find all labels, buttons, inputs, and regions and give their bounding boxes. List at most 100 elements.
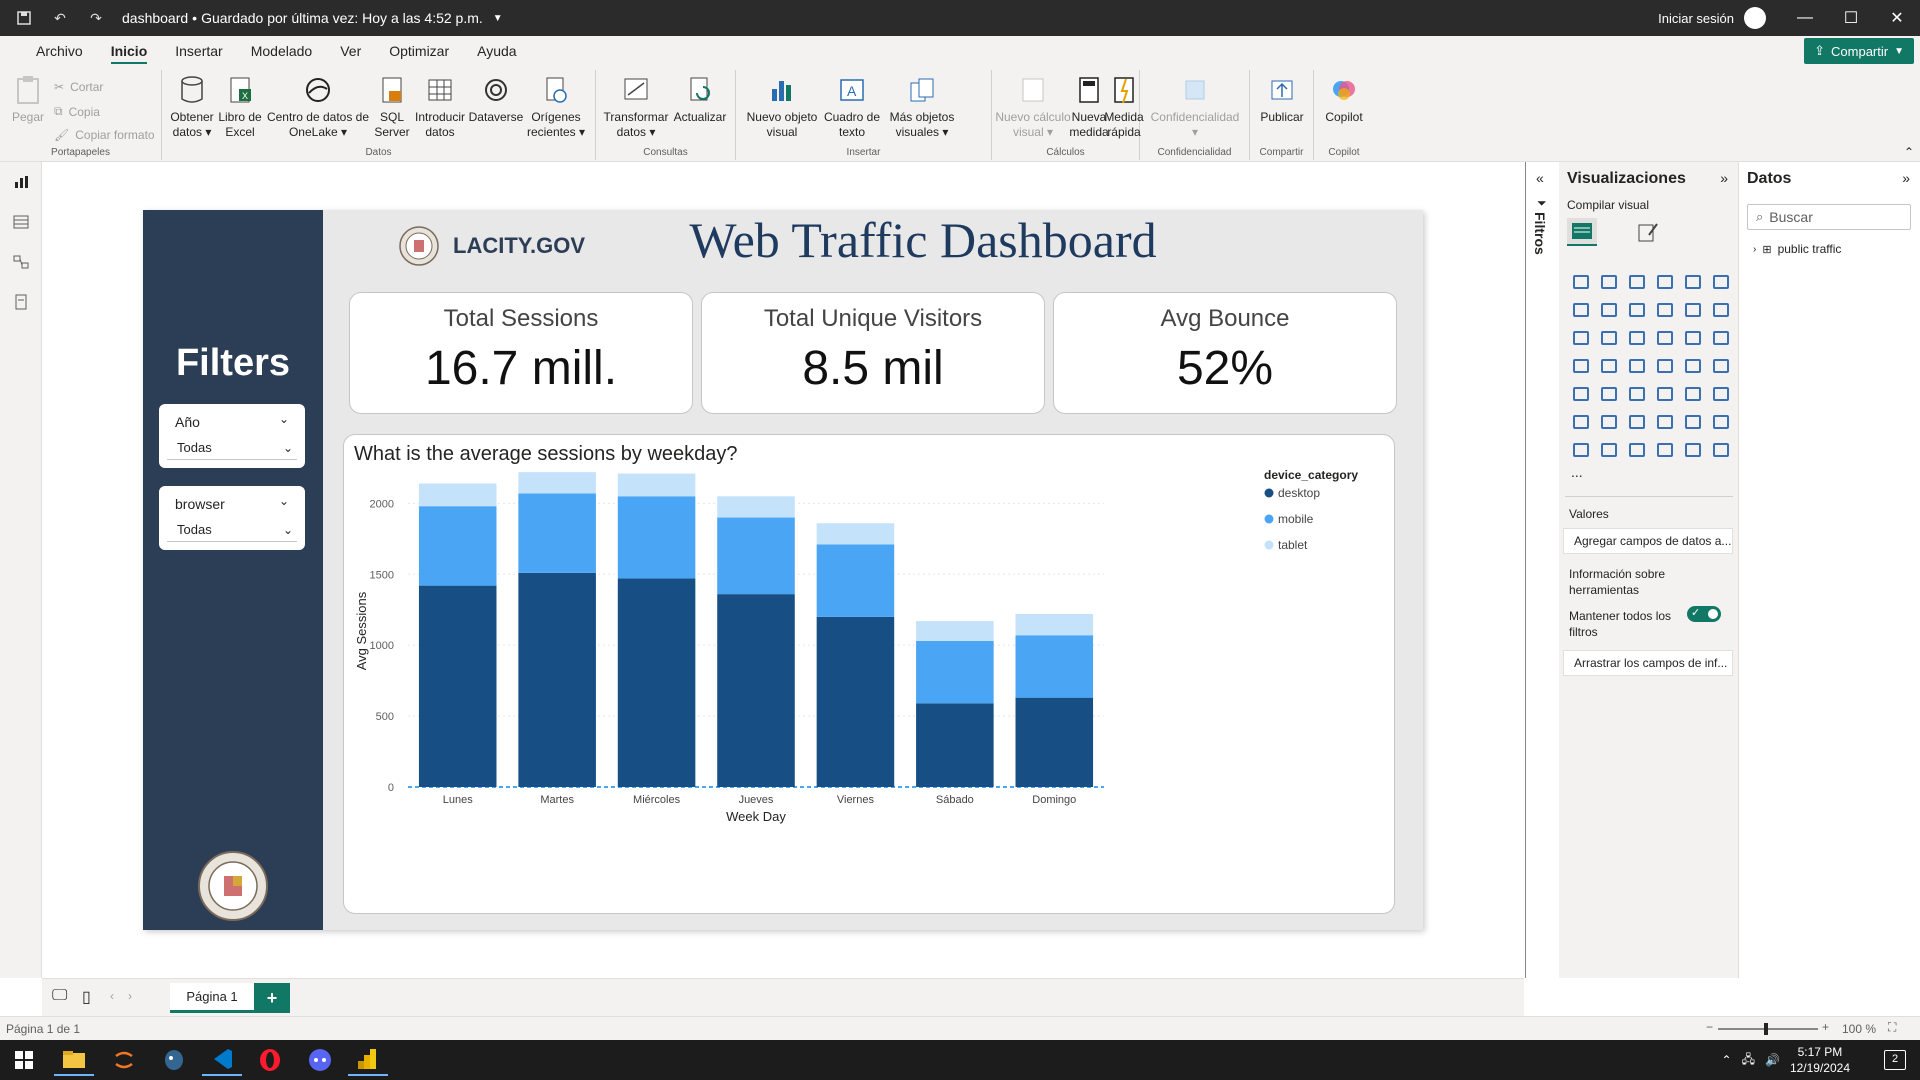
copy-button[interactable]: ⧉ Copia bbox=[54, 104, 100, 119]
new-calc-button[interactable]: Nuevo cálculo visual ▾ bbox=[994, 74, 1072, 140]
excel-button[interactable]: X Libro de Excel bbox=[218, 74, 262, 140]
report-view-icon[interactable] bbox=[0, 162, 42, 202]
dataverse-button[interactable]: Dataverse bbox=[468, 74, 524, 125]
decomp-tree-visual-icon[interactable] bbox=[1623, 408, 1651, 436]
bar-segment-tablet[interactable] bbox=[418, 483, 497, 507]
donut-visual-icon[interactable] bbox=[1679, 324, 1707, 352]
clustered-column-visual-icon[interactable] bbox=[1651, 268, 1679, 296]
bar-segment-mobile[interactable] bbox=[617, 496, 696, 579]
publish-button[interactable]: Publicar bbox=[1256, 74, 1308, 125]
copilot-button[interactable]: Copilot bbox=[1320, 74, 1368, 125]
notification-icon[interactable]: 2 bbox=[1884, 1050, 1906, 1070]
redo-icon[interactable]: ↷ bbox=[86, 8, 106, 28]
expand-icon[interactable]: « bbox=[1536, 170, 1544, 186]
collapse-icon[interactable]: » bbox=[1720, 170, 1728, 186]
zoom-in-icon[interactable]: + bbox=[1822, 1020, 1829, 1034]
bar-segment-mobile[interactable] bbox=[816, 544, 895, 617]
ribbon-visual-icon[interactable] bbox=[1707, 296, 1735, 324]
kpi-card[interactable]: Total Unique Visitors 8.5 mil bbox=[701, 292, 1045, 414]
bar-segment-mobile[interactable] bbox=[418, 506, 497, 586]
kpi-card[interactable]: Total Sessions 16.7 mill. bbox=[349, 292, 693, 414]
tab-modelado[interactable]: Modelado bbox=[237, 36, 327, 66]
pie-visual-icon[interactable] bbox=[1651, 324, 1679, 352]
matrix-visual-icon[interactable] bbox=[1679, 380, 1707, 408]
bar-segment-tablet[interactable] bbox=[916, 621, 994, 641]
bar-segment-mobile[interactable] bbox=[916, 640, 994, 704]
bar-segment-desktop[interactable] bbox=[518, 572, 596, 787]
sensitivity-button[interactable]: Confidencialidad ▾ bbox=[1144, 74, 1246, 140]
trophy-visual-icon[interactable] bbox=[1707, 408, 1735, 436]
power-apps-visual-icon[interactable] bbox=[1595, 436, 1623, 464]
bar-segment-tablet[interactable] bbox=[1015, 613, 1094, 636]
100-column-visual-icon[interactable] bbox=[1707, 268, 1735, 296]
jupyter-icon[interactable] bbox=[104, 1044, 144, 1076]
table-view-icon[interactable] bbox=[0, 202, 42, 242]
table-tree-item[interactable]: › ⊞ public traffic bbox=[1753, 242, 1841, 256]
gauge-visual-icon[interactable] bbox=[1679, 352, 1707, 380]
bar-segment-desktop[interactable] bbox=[1015, 697, 1094, 787]
add-page-button[interactable]: + bbox=[254, 983, 290, 1013]
tab-ver[interactable]: Ver bbox=[326, 36, 375, 66]
bar-segment-desktop[interactable] bbox=[916, 703, 994, 787]
build-visual-tab[interactable] bbox=[1567, 218, 1597, 246]
desktop-layout-icon[interactable]: 🖵 bbox=[52, 987, 67, 1005]
scroll-left-icon[interactable]: ‹ bbox=[110, 989, 114, 1003]
collapse-icon[interactable]: » bbox=[1902, 170, 1910, 186]
mobile-layout-icon[interactable]: ▯ bbox=[82, 987, 91, 1007]
values-drop-well[interactable]: Agregar campos de datos a... bbox=[1563, 528, 1733, 554]
line-column-visual-icon[interactable] bbox=[1679, 296, 1707, 324]
vscode-icon[interactable] bbox=[202, 1044, 242, 1076]
transform-data-button[interactable]: Transformar datos ▾ bbox=[604, 74, 668, 140]
data-search-input[interactable]: ⌕ Buscar bbox=[1747, 204, 1911, 230]
slicer-browser-dropdown[interactable]: Todas ⌄ bbox=[167, 518, 297, 542]
chevron-down-icon[interactable]: ▼ bbox=[493, 13, 503, 24]
100-area-visual-icon[interactable] bbox=[1651, 296, 1679, 324]
clock[interactable]: 5:17 PM 12/19/2024 bbox=[1790, 1044, 1850, 1076]
start-menu-icon[interactable] bbox=[4, 1044, 44, 1076]
clustered-bar-visual-icon[interactable] bbox=[1623, 268, 1651, 296]
narrative-visual-icon[interactable] bbox=[1679, 408, 1707, 436]
qa-visual-icon[interactable] bbox=[1651, 408, 1679, 436]
scatter-visual-icon[interactable] bbox=[1623, 324, 1651, 352]
tab-insertar[interactable]: Insertar bbox=[161, 36, 236, 66]
postgresql-icon[interactable] bbox=[154, 1044, 194, 1076]
network-icon[interactable]: 🖧 bbox=[1742, 1050, 1755, 1071]
bar-segment-tablet[interactable] bbox=[816, 523, 895, 545]
chevron-up-icon[interactable]: ⌃ bbox=[1722, 1053, 1732, 1067]
chart-card[interactable]: What is the average sessions by weekday?… bbox=[343, 434, 1395, 914]
bar-segment-desktop[interactable] bbox=[717, 594, 795, 787]
model-view-icon[interactable] bbox=[0, 242, 42, 282]
more-visuals-ellipsis[interactable]: ... bbox=[1571, 464, 1583, 480]
tab-inicio[interactable]: Inicio bbox=[97, 36, 162, 66]
more-visuals-button[interactable]: Más objetos visuales ▾ bbox=[884, 74, 960, 140]
stacked-bar-visual-icon[interactable] bbox=[1567, 268, 1595, 296]
get-data-button[interactable]: Obtener datos ▾ bbox=[170, 74, 214, 140]
keep-filters-toggle[interactable]: ✓ bbox=[1687, 606, 1721, 622]
treemap-visual-icon[interactable] bbox=[1707, 324, 1735, 352]
format-painter-button[interactable]: 🖌 Copiar formato bbox=[54, 128, 155, 142]
100-bar-visual-icon[interactable] bbox=[1679, 268, 1707, 296]
zoom-slider[interactable] bbox=[1718, 1023, 1818, 1035]
textbox-button[interactable]: A Cuadro de texto bbox=[822, 74, 882, 140]
slicer-year-dropdown[interactable]: Todas ⌄ bbox=[167, 436, 297, 460]
python-visual-visual-icon[interactable] bbox=[1567, 408, 1595, 436]
maximize-button[interactable]: ☐ bbox=[1828, 0, 1874, 36]
slicer-visual-icon[interactable] bbox=[1623, 380, 1651, 408]
new-visual-button[interactable]: Nuevo objeto visual bbox=[744, 74, 820, 140]
azure-map-visual-icon[interactable] bbox=[1623, 352, 1651, 380]
zoom-out-icon[interactable]: − bbox=[1706, 1020, 1713, 1034]
key-influencers-visual-icon[interactable] bbox=[1595, 408, 1623, 436]
metrics-visual-icon[interactable] bbox=[1651, 436, 1679, 464]
opera-icon[interactable] bbox=[250, 1044, 290, 1076]
filters-pane-collapsed[interactable]: « ⏷ Filtros bbox=[1525, 162, 1559, 978]
stacked-column-visual-icon[interactable] bbox=[1595, 268, 1623, 296]
power-automate-visual-icon[interactable] bbox=[1623, 436, 1651, 464]
arcgis-visual-icon[interactable] bbox=[1651, 352, 1679, 380]
undo-icon[interactable]: ↶ bbox=[50, 8, 70, 28]
file-explorer-icon[interactable] bbox=[54, 1044, 94, 1076]
page-tab[interactable]: Página 1 bbox=[170, 983, 254, 1013]
waterfall-visual-icon[interactable] bbox=[1567, 324, 1595, 352]
filled-map-visual-icon[interactable] bbox=[1595, 352, 1623, 380]
bar-segment-desktop[interactable] bbox=[816, 616, 895, 787]
recent-sources-button[interactable]: Orígenes recientes ▾ bbox=[526, 74, 586, 140]
